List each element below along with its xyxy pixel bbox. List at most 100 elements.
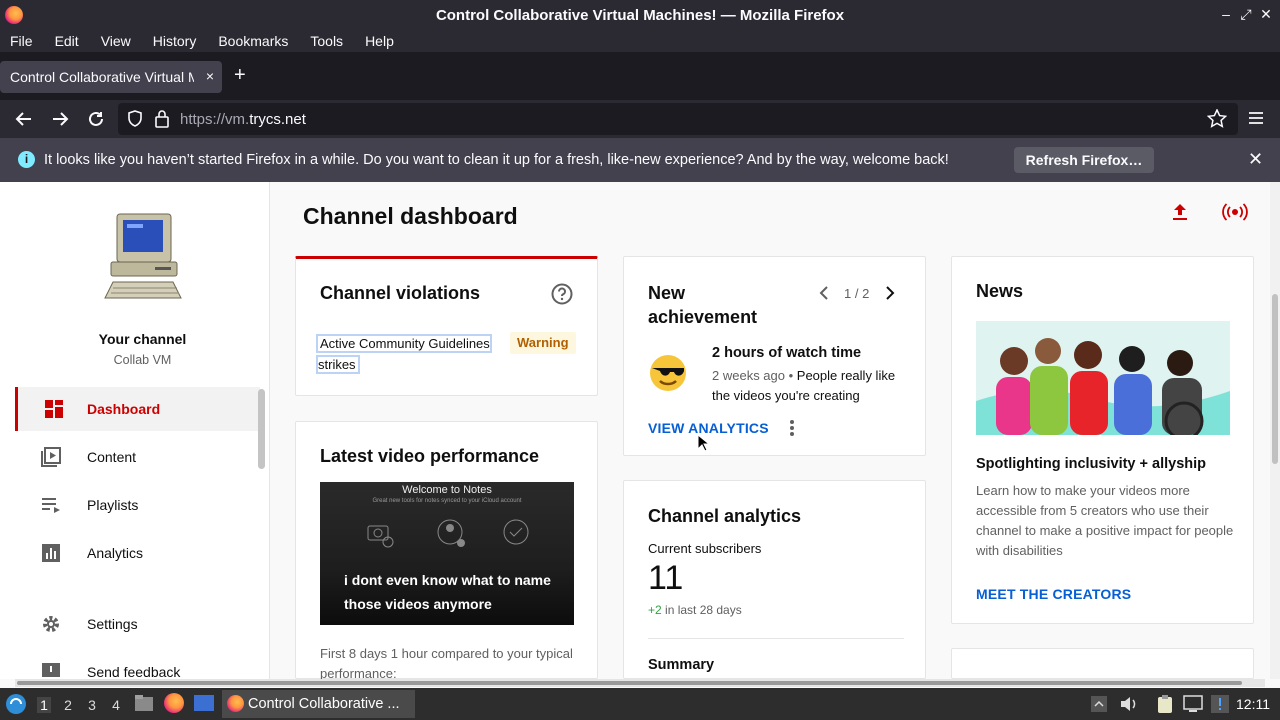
achievement-pager: 1 / 2 (844, 286, 870, 301)
menu-edit[interactable]: Edit (55, 33, 79, 49)
achievement-description: 2 weeks ago • People really like the vid… (712, 366, 912, 406)
sidebar-item-content[interactable]: Content (15, 435, 260, 479)
latest-video-card: Latest video performance Welcome to Note… (295, 421, 598, 681)
thumbnail-graphic (367, 519, 529, 548)
notification-close-icon[interactable]: ✕ (1248, 149, 1263, 170)
chevron-right-icon[interactable] (884, 285, 896, 301)
avatar[interactable] (103, 210, 183, 305)
playlists-icon (42, 498, 60, 513)
menu-file[interactable]: File (10, 33, 33, 49)
sidebar-scrollbar[interactable] (258, 389, 265, 469)
file-manager-icon[interactable] (134, 694, 154, 712)
refresh-firefox-button[interactable]: Refresh Firefox… (1014, 147, 1154, 173)
achievement-time: 2 weeks ago (712, 368, 785, 383)
taskbar-window-title: Control Collaborative ... (248, 696, 400, 712)
sidebar-item-label: Playlists (87, 497, 139, 513)
browser-tab[interactable]: Control Collaborative Virtual Machines! … (0, 61, 222, 93)
url-scheme: https://vm. (180, 110, 250, 128)
shield-icon[interactable] (127, 110, 143, 128)
minimize-icon[interactable]: – (1218, 6, 1234, 22)
volume-icon[interactable] (1119, 695, 1139, 713)
tab-close-icon[interactable]: × (206, 68, 214, 84)
sidebar-item-dashboard[interactable]: Dashboard (15, 387, 260, 431)
lock-icon[interactable] (154, 109, 170, 128)
firefox-launcher-icon[interactable] (164, 693, 184, 713)
sidebar-item-label: Content (87, 449, 137, 465)
page-title: Channel dashboard (303, 203, 518, 229)
tab-title: Control Collaborative Virtual Machines! (10, 69, 194, 85)
go-live-icon[interactable] (1222, 200, 1248, 224)
url-host: trycs.net (249, 110, 306, 128)
new-tab-button[interactable]: + (234, 64, 246, 87)
notification-icon[interactable] (1210, 694, 1230, 714)
status-badge: Warning (510, 332, 576, 354)
more-options-icon[interactable] (788, 419, 796, 437)
menu-tools[interactable]: Tools (310, 33, 343, 49)
page-scrollbar[interactable] (1270, 182, 1280, 679)
sidebar-item-settings[interactable]: Settings (15, 602, 260, 646)
firefox-icon (227, 695, 244, 712)
subscriber-period: in last 28 days (661, 603, 742, 617)
url-bar[interactable]: https://vm. trycs.net (118, 103, 1238, 135)
workspace-2[interactable]: 2 (61, 697, 75, 713)
clipboard-icon[interactable] (1156, 694, 1174, 714)
channel-name: Collab VM (113, 353, 172, 367)
upload-icon[interactable] (1168, 200, 1192, 224)
news-image[interactable] (976, 321, 1230, 435)
meet-creators-link[interactable]: MEET THE CREATORS (976, 586, 1131, 602)
sidebar-item-label: Send feedback (87, 664, 181, 679)
strikes-label[interactable]: Active Community Guidelines strikes (316, 333, 492, 375)
card-title: New achievement (648, 283, 758, 327)
content-icon (41, 447, 61, 467)
tray-up-icon[interactable] (1090, 695, 1108, 713)
sidebar-item-analytics[interactable]: Analytics (15, 531, 260, 575)
page-left-gutter (0, 182, 15, 679)
channel-analytics-card: Channel analytics Current subscribers 11… (623, 480, 926, 679)
gear-icon (43, 616, 59, 632)
menu-history[interactable]: History (153, 33, 197, 49)
subscriber-delta: +2 (648, 603, 662, 617)
terminal-icon[interactable] (193, 694, 215, 712)
scrollbar-thumb[interactable] (1272, 294, 1278, 464)
subscriber-count: 11 (648, 559, 684, 597)
notification-text: It looks like you haven’t started Firefo… (44, 152, 949, 168)
news-body: Learn how to make your videos more acces… (976, 483, 1234, 558)
hamburger-menu-icon[interactable] (1248, 111, 1264, 125)
display-icon[interactable] (1183, 695, 1203, 713)
bookmark-star-icon[interactable] (1207, 109, 1227, 128)
scrollbar-thumb[interactable] (17, 681, 1242, 685)
new-achievement-card: New achievement 1 / 2 2 hours of watch t… (623, 256, 926, 456)
news-card: News Spotlighting inclusivity + allyship… (951, 256, 1254, 624)
separator: • (785, 368, 797, 383)
menu-help[interactable]: Help (365, 33, 394, 49)
achievement-headline: 2 hours of watch time (712, 345, 862, 361)
chevron-left-icon[interactable] (818, 285, 830, 301)
taskbar-firefox-window[interactable]: Control Collaborative ... (222, 690, 415, 718)
restore-icon[interactable]: ⤢ (1238, 6, 1254, 23)
menu-bookmarks[interactable]: Bookmarks (218, 33, 288, 49)
start-menu-icon[interactable] (5, 693, 27, 715)
firefox-icon (5, 6, 23, 24)
back-icon[interactable] (14, 110, 34, 128)
menu-bar: File Edit View History Bookmarks Tools H… (0, 30, 1280, 52)
thumbnail-header: Welcome to Notes (402, 484, 492, 496)
channel-violations-card: Channel violations Active Community Guid… (295, 256, 598, 396)
horizontal-scrollbar[interactable] (15, 679, 1265, 687)
your-channel-label: Your channel (98, 331, 187, 347)
video-thumbnail[interactable]: Welcome to Notes Great new tools for not… (320, 482, 574, 625)
workspace-1[interactable]: 1 (37, 697, 51, 713)
close-window-icon[interactable]: ✕ (1258, 6, 1274, 23)
workspace-4[interactable]: 4 (109, 697, 123, 713)
sidebar-item-label: Settings (87, 616, 138, 632)
menu-view[interactable]: View (101, 33, 131, 49)
forward-icon[interactable] (50, 110, 70, 128)
clock: 12:11 (1236, 696, 1270, 712)
sidebar-item-send-feedback[interactable]: Send feedback (15, 650, 260, 679)
help-icon[interactable] (551, 283, 573, 305)
card-title: News (976, 281, 1024, 301)
window-title: Control Collaborative Virtual Machines! … (435, 6, 845, 24)
workspace-3[interactable]: 3 (85, 697, 99, 713)
sidebar-item-playlists[interactable]: Playlists (15, 483, 260, 527)
reload-icon[interactable] (87, 110, 105, 128)
info-icon: i (18, 151, 35, 168)
